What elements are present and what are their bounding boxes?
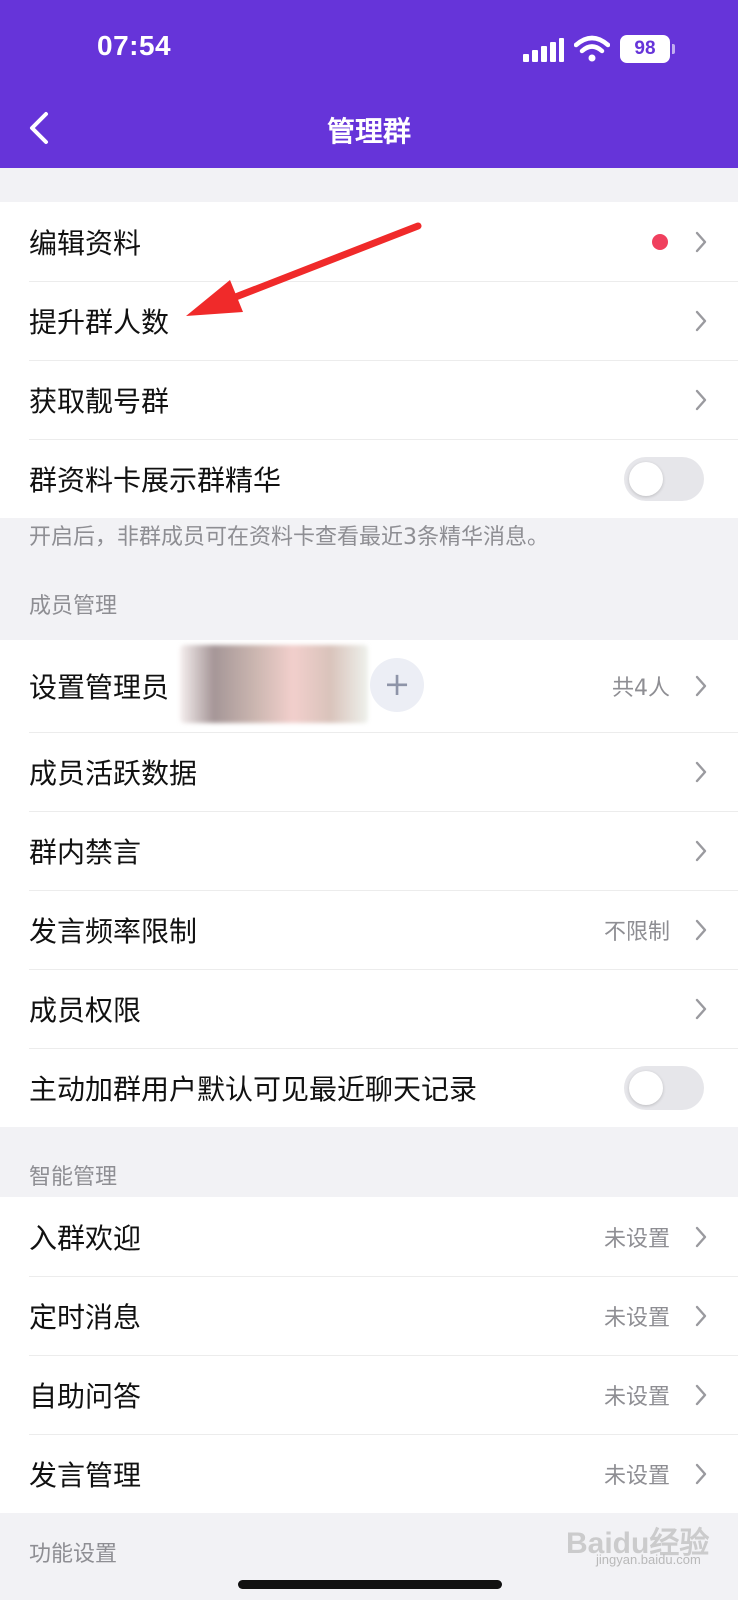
set-admin-row[interactable]: 设置管理员 + 共4人	[0, 640, 738, 732]
top-bar: 07:54 98 管理群	[0, 0, 738, 168]
battery-nub	[672, 44, 675, 54]
chevron-right-icon	[695, 840, 707, 861]
row-label: 成员活跃数据	[29, 756, 198, 790]
chevron-right-icon	[695, 761, 707, 782]
row-label: 获取靓号群	[29, 384, 170, 418]
recent-history-toggle[interactable]	[624, 1065, 704, 1110]
smart-list: 入群欢迎 未设置 定时消息 未设置 自助问答 未设置 发言管理 未设置	[0, 1197, 738, 1513]
mute-row[interactable]: 群内禁言	[0, 811, 738, 890]
chevron-right-icon	[695, 1226, 707, 1247]
row-label: 主动加群用户默认可见最近聊天记录	[29, 1072, 478, 1106]
group-settings-list: 编辑资料 提升群人数 获取靓号群 群资料卡展示群精华	[0, 202, 738, 518]
vip-number-group-row[interactable]: 获取靓号群	[0, 360, 738, 439]
row-label: 入群欢迎	[29, 1221, 142, 1255]
chevron-right-icon	[695, 998, 707, 1019]
row-value: 未设置	[603, 1463, 670, 1489]
row-label: 群资料卡展示群精华	[29, 463, 282, 497]
row-label: 发言管理	[29, 1458, 142, 1492]
home-indicator	[238, 1580, 502, 1589]
speak-frequency-row[interactable]: 发言频率限制 不限制	[0, 890, 738, 969]
show-essence-toggle[interactable]	[624, 456, 704, 501]
auto-qa-row[interactable]: 自助问答 未设置	[0, 1355, 738, 1434]
chevron-right-icon	[695, 1463, 707, 1484]
chevron-right-icon	[695, 231, 707, 252]
row-label: 编辑资料	[29, 226, 142, 260]
page-title: 管理群	[326, 115, 411, 148]
plus-icon[interactable]: +	[370, 658, 424, 712]
signal-icon	[523, 38, 564, 62]
speech-management-row[interactable]: 发言管理 未设置	[0, 1434, 738, 1513]
toggle-knob	[629, 461, 663, 496]
scheduled-message-row[interactable]: 定时消息 未设置	[0, 1276, 738, 1355]
wifi-icon	[574, 35, 610, 62]
edit-profile-row[interactable]: 编辑资料	[0, 202, 738, 281]
chevron-right-icon	[695, 1384, 707, 1405]
red-dot-icon	[652, 233, 668, 250]
chevron-right-icon	[695, 675, 707, 697]
battery-icon: 98	[620, 35, 670, 63]
row-value: 未设置	[603, 1226, 670, 1252]
welcome-row[interactable]: 入群欢迎 未设置	[0, 1197, 738, 1276]
recent-history-row: 主动加群用户默认可见最近聊天记录	[0, 1048, 738, 1127]
admin-avatars	[180, 645, 368, 723]
section-title-smart: 智能管理	[29, 1165, 118, 1190]
row-value: 未设置	[603, 1384, 670, 1410]
row-label: 定时消息	[29, 1300, 142, 1334]
member-permissions-row[interactable]: 成员权限	[0, 969, 738, 1048]
row-label: 群内禁言	[29, 835, 142, 869]
chevron-right-icon	[695, 310, 707, 331]
chevron-right-icon	[695, 919, 707, 940]
chevron-right-icon	[695, 389, 707, 410]
row-value: 不限制	[603, 919, 670, 945]
row-label: 发言频率限制	[29, 914, 198, 948]
member-activity-row[interactable]: 成员活跃数据	[0, 732, 738, 811]
row-label: 成员权限	[29, 993, 142, 1027]
row-value: 未设置	[603, 1305, 670, 1331]
admin-count: 共4人	[612, 676, 670, 701]
row-label: 自助问答	[29, 1379, 142, 1413]
toggle-knob	[629, 1070, 663, 1105]
watermark-url: jingyan.baidu.com	[596, 1552, 701, 1567]
show-essence-row: 群资料卡展示群精华	[0, 439, 738, 518]
section-title-members: 成员管理	[29, 594, 118, 619]
row-label: 设置管理员	[29, 671, 170, 704]
essence-note: 开启后，非群成员可在资料卡查看最近3条精华消息。	[29, 525, 549, 550]
members-list: 设置管理员 + 共4人 成员活跃数据 群内禁言 发言频率限制 不限制 成员权限 …	[0, 640, 738, 1127]
status-time: 07:54	[97, 30, 172, 61]
chevron-right-icon	[695, 1305, 707, 1326]
increase-members-row[interactable]: 提升群人数	[0, 281, 738, 360]
section-title-features: 功能设置	[29, 1542, 118, 1567]
row-label: 提升群人数	[29, 305, 170, 339]
